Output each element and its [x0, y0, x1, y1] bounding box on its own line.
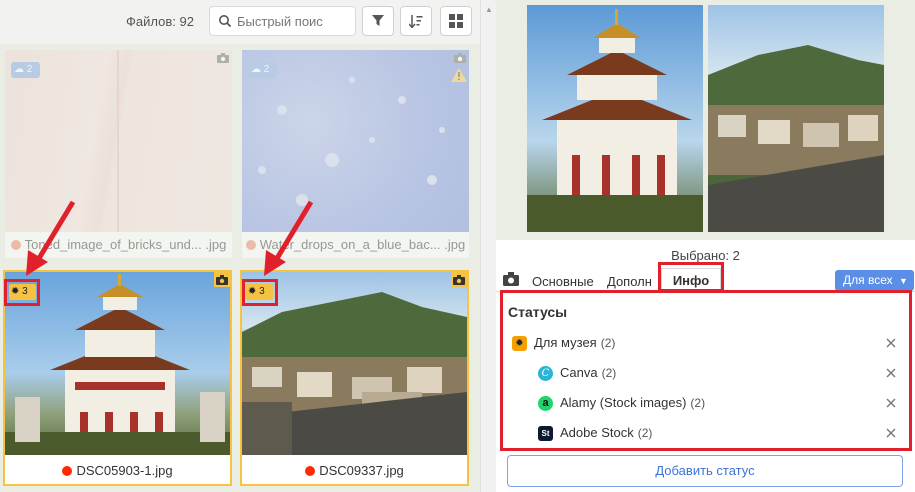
toolbar: Файлов: 92 Быстрый поис — [0, 0, 480, 44]
warning-icon — [451, 68, 467, 82]
for-all-label: Для всех — [843, 273, 893, 287]
town-photo — [708, 45, 884, 232]
status-dot — [62, 466, 73, 476]
preview-area — [496, 0, 915, 240]
tab-camera-icon[interactable] — [502, 270, 520, 288]
filename: DSC09337.jpg — [319, 463, 404, 478]
cloud-count: 2 — [263, 64, 270, 75]
camera-icon — [454, 53, 466, 63]
scrollbar[interactable]: ▲ — [480, 0, 496, 492]
preview-image — [708, 5, 884, 232]
selected-count: Выбрано: 2 — [671, 248, 740, 263]
camera-icon — [453, 275, 465, 285]
highlight-box — [4, 279, 40, 306]
sort-icon — [409, 15, 423, 28]
arrow-icon — [264, 200, 314, 276]
search-placeholder: Быстрый поис — [237, 14, 323, 29]
temple-photo — [527, 9, 703, 232]
search-icon — [219, 15, 232, 28]
cloud-icon: ☁ — [14, 64, 24, 75]
tab-basic[interactable]: Основные — [532, 274, 594, 289]
scroll-up-icon[interactable]: ▲ — [485, 5, 493, 14]
camera-icon — [217, 53, 229, 63]
grid-icon — [449, 14, 463, 28]
cloud-badge: ☁ 2 — [248, 62, 277, 78]
highlight-box — [242, 279, 278, 306]
cloud-count: 2 — [26, 64, 33, 75]
filter-button[interactable] — [362, 6, 394, 36]
preview-image — [527, 5, 703, 232]
tab-additional[interactable]: Дополн — [607, 274, 659, 289]
status-dot — [305, 466, 316, 476]
chevron-down-icon: ▼ — [898, 276, 908, 286]
filter-icon — [372, 15, 384, 26]
cloud-badge: ☁ 2 — [11, 62, 40, 78]
add-status-button[interactable]: Добавить статус — [507, 455, 903, 487]
search-input[interactable]: Быстрый поис — [209, 6, 356, 36]
file-caption: DSC09337.jpg — [242, 458, 467, 484]
highlight-box — [500, 290, 912, 451]
filename: DSC05903-1.jpg — [76, 463, 173, 478]
camera-icon — [216, 275, 228, 285]
highlight-box — [658, 262, 724, 292]
file-caption: DSC05903-1.jpg — [5, 458, 230, 484]
for-all-dropdown[interactable]: Для всех ▼ — [835, 270, 914, 291]
details-panel: Выбрано: 2 Основные Дополн Инфо Для всех… — [496, 0, 915, 492]
sort-button[interactable] — [400, 6, 432, 36]
file-browser: Файлов: 92 Быстрый поис ☁ 2 Toned_image_… — [0, 0, 480, 492]
grid-view-button[interactable] — [440, 6, 472, 36]
status-dot — [245, 240, 256, 250]
files-count: Файлов: 92 — [126, 14, 194, 29]
arrow-icon — [26, 200, 76, 276]
cloud-icon: ☁ — [251, 64, 261, 75]
